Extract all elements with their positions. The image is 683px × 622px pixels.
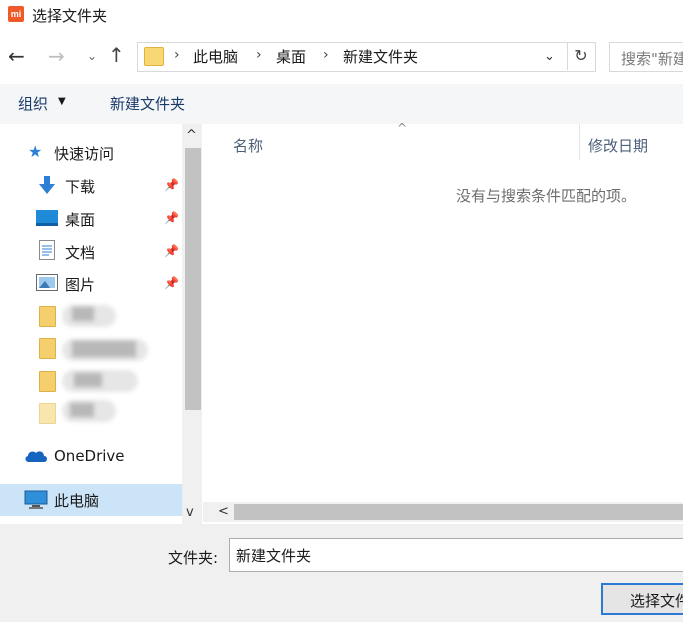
breadcrumb-desktop[interactable]: 桌面 [276, 46, 306, 67]
caret-down-icon[interactable]: ▼ [58, 96, 66, 107]
redacted-mark [72, 307, 94, 321]
folder-icon [144, 47, 164, 66]
organize-menu-button[interactable]: 组织 [18, 93, 48, 114]
breadcrumb-this-pc[interactable]: 此电脑 [193, 46, 238, 67]
monitor-icon [24, 490, 48, 514]
scroll-left-arrow-icon[interactable]: < [218, 504, 229, 519]
nav-item-documents[interactable]: 文档 [65, 242, 95, 263]
nav-scrollbar-thumb[interactable] [185, 148, 201, 410]
folder-icon [39, 371, 56, 392]
redacted-mark [74, 373, 102, 387]
back-button[interactable]: ← [8, 46, 25, 66]
new-folder-button[interactable]: 新建文件夹 [110, 93, 185, 114]
breadcrumb-separator[interactable]: › [174, 47, 180, 63]
pin-icon: 📌 [164, 276, 179, 290]
breadcrumb-new-folder[interactable]: 新建文件夹 [343, 46, 418, 67]
folder-icon [39, 338, 56, 359]
horizontal-scrollbar-thumb[interactable] [234, 504, 683, 520]
file-list[interactable] [203, 124, 683, 504]
pin-icon: 📌 [164, 211, 179, 225]
scroll-up-arrow-icon[interactable]: ^ [186, 128, 197, 143]
cloud-icon [24, 448, 48, 467]
column-header-date-modified[interactable]: 修改日期 [588, 135, 648, 156]
pin-icon: 📌 [164, 178, 179, 192]
nav-item-pictures[interactable]: 图片 [65, 274, 95, 295]
redacted-mark [72, 341, 136, 357]
select-folder-button[interactable]: 选择文件夹 [601, 583, 683, 615]
column-header-name[interactable]: 名称 [233, 135, 263, 156]
star-icon: ★ [28, 142, 43, 161]
download-arrow-icon [37, 175, 57, 199]
breadcrumb-separator[interactable]: › [323, 47, 329, 63]
search-input[interactable]: 搜索"新建 [609, 42, 683, 72]
recent-locations-dropdown[interactable]: ⌄ [87, 49, 97, 63]
pictures-icon [36, 274, 58, 295]
desktop-icon [36, 209, 58, 231]
toolbar [0, 84, 683, 124]
folder-name-field[interactable] [229, 538, 683, 572]
nav-item-this-pc[interactable]: 此电脑 [54, 490, 99, 511]
folder-icon [39, 403, 56, 424]
nav-item-quick-access[interactable]: 快速访问 [54, 143, 114, 164]
search-placeholder: 搜索"新建 [621, 50, 683, 68]
pin-icon: 📌 [164, 244, 179, 258]
nav-item-onedrive[interactable]: OneDrive [54, 447, 125, 465]
breadcrumb-separator[interactable]: › [256, 47, 262, 63]
address-dropdown-button[interactable]: ⌄ [544, 49, 555, 64]
select-folder-button-label: 选择文件夹 [630, 592, 683, 610]
nav-item-desktop[interactable]: 桌面 [65, 209, 95, 230]
sort-ascending-icon: ^ [397, 121, 408, 135]
empty-results-message: 没有与搜索条件匹配的项。 [456, 187, 637, 205]
document-icon [39, 240, 55, 264]
nav-item-downloads[interactable]: 下载 [65, 176, 95, 197]
scroll-down-arrow-icon[interactable]: v [186, 505, 194, 520]
window-title: 选择文件夹 [32, 7, 108, 25]
redacted-mark [70, 403, 94, 417]
folder-field-label: 文件夹: [168, 549, 219, 567]
up-folder-button[interactable]: ↑ [108, 45, 125, 65]
app-logo-icon: mi [8, 6, 24, 22]
refresh-button[interactable]: ↻ [567, 42, 594, 70]
folder-icon [39, 306, 56, 327]
column-divider[interactable] [579, 124, 580, 160]
forward-button[interactable]: → [48, 46, 65, 66]
